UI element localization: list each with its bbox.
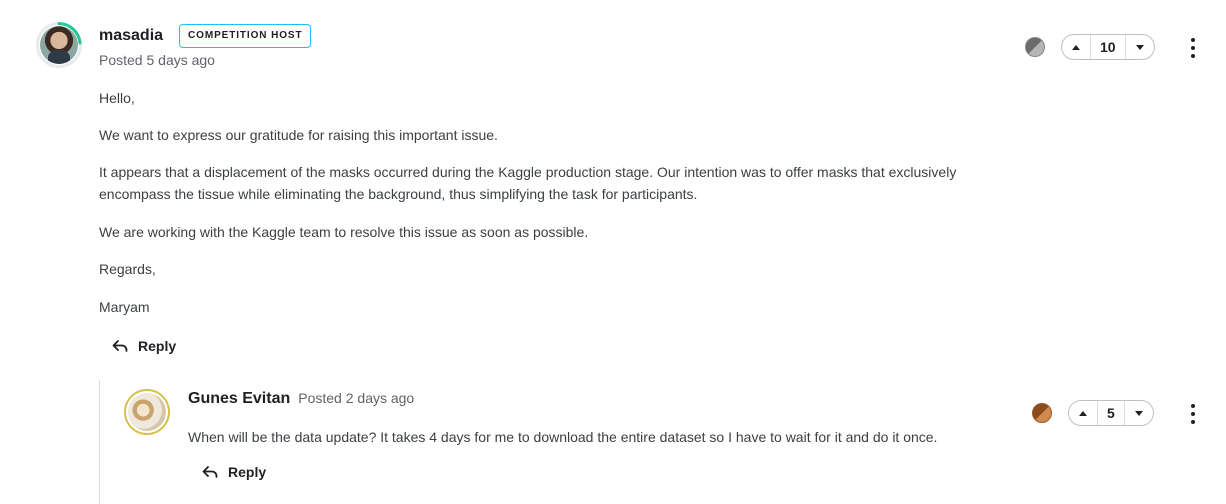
caret-up-icon	[1079, 410, 1087, 416]
upvote-button[interactable]	[1069, 401, 1097, 425]
upvote-button[interactable]	[1062, 35, 1090, 59]
reply-label: Reply	[138, 338, 177, 354]
vote-widget: 5	[1068, 400, 1154, 426]
comment-header: Gunes Evitan Posted 2 days ago	[188, 390, 414, 408]
post-body: Hello, We want to express our gratitude …	[99, 87, 979, 318]
post-paragraph: We are working with the Kaggle team to r…	[99, 224, 589, 240]
vote-widget: 10	[1061, 34, 1155, 60]
post-paragraph: Regards,	[99, 261, 156, 277]
reply-arrow-icon	[112, 340, 128, 352]
reply-button[interactable]: Reply	[112, 338, 176, 354]
competition-host-badge: COMPETITION HOST	[179, 24, 312, 48]
post-paragraph: We want to express our gratitude for rai…	[99, 127, 498, 143]
comment-timestamp[interactable]: Posted 2 days ago	[298, 390, 414, 406]
vote-count: 10	[1090, 35, 1126, 59]
post-header: masadia COMPETITION HOST	[99, 24, 312, 48]
vote-count: 5	[1097, 401, 1125, 425]
post-actions: 10	[1025, 34, 1155, 60]
caret-up-icon	[1072, 44, 1080, 50]
caret-down-icon	[1135, 44, 1144, 50]
reply-button[interactable]: Reply	[202, 464, 266, 480]
commenter-name[interactable]: Gunes Evitan	[188, 390, 290, 408]
reply-label: Reply	[228, 464, 267, 480]
post-paragraph: Hello,	[99, 90, 135, 106]
thread-line	[99, 380, 100, 504]
post-paragraph: It appears that a displacement of the ma…	[99, 164, 957, 202]
post-paragraph: Maryam	[99, 299, 150, 315]
caret-down-icon	[1134, 410, 1143, 416]
more-options-icon[interactable]	[1188, 404, 1198, 424]
comment-actions: 5	[1032, 400, 1154, 426]
author-avatar[interactable]	[36, 22, 82, 68]
avatar-image	[40, 26, 78, 64]
bronze-medal-icon	[1032, 403, 1052, 423]
downvote-button[interactable]	[1125, 401, 1153, 425]
comment-text: When will be the data update? It takes 4…	[188, 429, 938, 445]
author-name[interactable]: masadia	[99, 27, 163, 45]
commenter-avatar[interactable]	[124, 389, 170, 435]
more-options-icon[interactable]	[1188, 38, 1198, 58]
avatar-image	[128, 393, 166, 431]
downvote-button[interactable]	[1126, 35, 1154, 59]
post-timestamp[interactable]: Posted 5 days ago	[99, 52, 215, 68]
silver-medal-icon	[1025, 37, 1045, 57]
reply-arrow-icon	[202, 466, 218, 478]
